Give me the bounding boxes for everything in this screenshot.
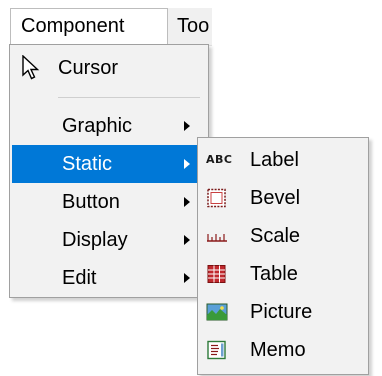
menu-item-graphic[interactable]: Graphic: [12, 107, 206, 145]
submenu-item-bevel[interactable]: Bevel: [200, 179, 366, 217]
cursor-arrow-icon: [22, 55, 40, 80]
menu-item-edit[interactable]: Edit: [12, 259, 206, 297]
component-menu: Cursor Graphic Static Button Display Edi…: [9, 44, 209, 298]
menu-item-static[interactable]: Static: [12, 145, 206, 183]
memo-icon: [207, 340, 226, 360]
submenu-item-text: Label: [250, 149, 299, 171]
submenu-item-scale[interactable]: Scale: [200, 217, 366, 255]
menu-separator: [58, 97, 200, 98]
menu-item-label: Static: [62, 153, 113, 175]
menubar-item-component[interactable]: Component: [10, 8, 168, 45]
menu-item-label: Cursor: [58, 57, 119, 79]
static-submenu: ABC Label Bevel Scale Table Picture Memo: [197, 137, 369, 375]
submenu-item-text: Table: [250, 263, 298, 285]
abc-label-icon: ABC: [206, 153, 233, 166]
submenu-item-picture[interactable]: Picture: [200, 293, 366, 331]
scale-icon: [207, 234, 227, 242]
bevel-icon: [207, 188, 226, 208]
screen: Component Too Cursor Graphic Static Butt…: [0, 0, 382, 376]
menubar: Component Too: [10, 8, 212, 46]
menubar-item-label: Component: [21, 15, 125, 37]
menubar-item-tools[interactable]: Too: [177, 8, 212, 45]
menubar-item-label: Too: [177, 15, 210, 37]
submenu-item-text: Picture: [250, 301, 313, 323]
menu-item-button[interactable]: Button: [12, 183, 206, 221]
submenu-arrow-icon: [184, 121, 190, 131]
submenu-item-label[interactable]: ABC Label: [200, 141, 366, 179]
menu-item-cursor[interactable]: Cursor: [12, 49, 206, 87]
table-icon: [207, 265, 226, 283]
menu-item-label: Edit: [62, 267, 97, 289]
menu-item-display[interactable]: Display: [12, 221, 206, 259]
submenu-item-text: Bevel: [250, 187, 301, 209]
picture-icon: [206, 303, 228, 321]
submenu-item-table[interactable]: Table: [200, 255, 366, 293]
menu-item-label: Button: [62, 191, 120, 213]
submenu-arrow-icon: [184, 235, 190, 245]
submenu-item-memo[interactable]: Memo: [200, 331, 366, 369]
submenu-item-text: Scale: [250, 225, 301, 247]
menu-item-label: Graphic: [62, 115, 133, 137]
submenu-arrow-icon: [184, 197, 190, 207]
menu-item-label: Display: [62, 229, 128, 251]
submenu-arrow-icon: [184, 273, 190, 283]
submenu-item-text: Memo: [250, 339, 306, 361]
submenu-arrow-icon: [184, 159, 190, 169]
